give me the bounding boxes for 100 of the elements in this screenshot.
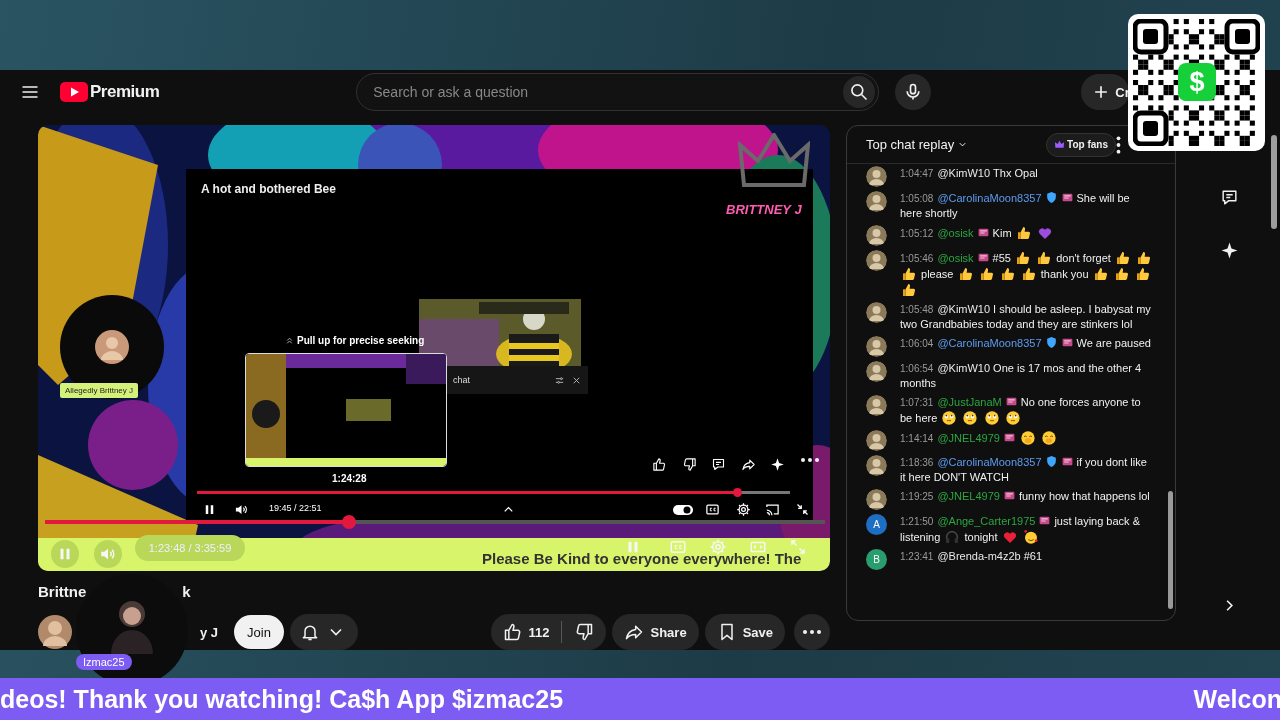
notifications-button[interactable] bbox=[289, 614, 358, 650]
chat-author: @JNEL4979 bbox=[937, 490, 1000, 502]
chat-message: funny how that happens lol bbox=[1018, 490, 1150, 502]
video-title: Brittne bbox=[38, 583, 87, 600]
chat-time: 1:21:50 bbox=[900, 516, 934, 527]
avatar bbox=[866, 302, 887, 323]
thumbs-up-icon bbox=[1036, 250, 1053, 266]
eye-roll-face-icon bbox=[941, 410, 958, 426]
chat-message: I should be asleep. I babysat my bbox=[993, 303, 1151, 315]
chat-author: @osisk bbox=[937, 227, 974, 239]
thumbs-up-icon bbox=[957, 266, 974, 282]
chat-message: #61 bbox=[1023, 550, 1043, 562]
channel-name: y J bbox=[200, 624, 219, 640]
heart-icon bbox=[1036, 225, 1053, 241]
avatar bbox=[866, 489, 887, 510]
heart-icon bbox=[1001, 529, 1018, 545]
sparkle-button[interactable] bbox=[1219, 241, 1239, 260]
thumbs-up-icon bbox=[1114, 250, 1131, 266]
join-button[interactable]: Join bbox=[234, 615, 284, 649]
chat-author: @JustJanaM bbox=[937, 396, 1002, 408]
chat-author: @Ange_Carter1975 bbox=[937, 515, 1036, 527]
avatar bbox=[866, 250, 887, 271]
chat-message: Thx Opal bbox=[993, 167, 1038, 179]
dollar-logo: $ bbox=[1178, 63, 1216, 101]
more-icon bbox=[1116, 135, 1121, 154]
chat-time: 1:07:31 bbox=[900, 397, 934, 408]
top-fans-button[interactable]: Top fans bbox=[1046, 132, 1116, 157]
search-input[interactable]: Search or ask a question bbox=[371, 83, 844, 101]
giggling-face-icon bbox=[1019, 430, 1036, 446]
search-icon bbox=[849, 82, 870, 102]
avatar bbox=[866, 430, 887, 451]
chat-author: @CarolinaMoon8357 bbox=[937, 192, 1042, 204]
headphones-icon bbox=[944, 529, 961, 545]
chat-time: 1:06:54 bbox=[900, 363, 934, 374]
search-field[interactable]: Search or ask a question bbox=[356, 73, 880, 111]
more-button[interactable] bbox=[1116, 135, 1121, 154]
crown-icon bbox=[1054, 139, 1066, 150]
share-icon bbox=[624, 622, 645, 642]
eye-roll-face-icon bbox=[1004, 410, 1021, 426]
share-button[interactable]: Share bbox=[612, 614, 699, 650]
avatar bbox=[866, 225, 887, 246]
eye-roll-face-icon bbox=[983, 410, 1000, 426]
thumbs-up-icon bbox=[1136, 250, 1152, 266]
avatar bbox=[866, 336, 887, 357]
chat-message: She will be bbox=[1076, 192, 1130, 204]
mic-button[interactable] bbox=[895, 74, 932, 110]
thumbs-up-icon bbox=[978, 266, 995, 282]
thumbs-up-icon bbox=[1092, 266, 1109, 282]
ticker-text: Welcon bbox=[1193, 684, 1280, 714]
chat-time: 1:05:12 bbox=[900, 228, 934, 239]
thumbs-up-icon bbox=[1020, 266, 1037, 282]
thumbs-up-icon bbox=[1113, 266, 1130, 282]
chat-author: @CarolinaMoon8357 bbox=[937, 337, 1042, 349]
thumbs-up-icon bbox=[1015, 225, 1032, 241]
chat-time: 1:14:14 bbox=[900, 433, 934, 444]
chat-time: 1:06:04 bbox=[900, 338, 934, 349]
chat-message: #55 bbox=[992, 252, 1011, 264]
chat-message: tonight bbox=[964, 531, 998, 543]
chat-time: 1:19:25 bbox=[900, 491, 934, 502]
chat-author: @KimW10 bbox=[937, 362, 991, 374]
chat-message: here shortly bbox=[900, 207, 958, 219]
chat-message: thank you bbox=[1040, 268, 1089, 280]
create-button[interactable]: Cr bbox=[1081, 74, 1130, 110]
chat-mode-dropdown[interactable]: Top chat replay bbox=[866, 137, 969, 152]
channel-avatar bbox=[38, 615, 72, 649]
chat-author: @KimW10 bbox=[937, 303, 991, 315]
chat-message: We are paused bbox=[1076, 337, 1151, 349]
thumbs-up-icon bbox=[901, 266, 917, 282]
chat-message: No one forces anyone to bbox=[1020, 396, 1141, 408]
chat-author: @JNEL4979 bbox=[937, 432, 1000, 444]
chat-message: months bbox=[900, 377, 937, 389]
eye-roll-face-icon bbox=[962, 410, 979, 426]
name-tag: Izmac25 bbox=[76, 654, 132, 670]
avatar bbox=[866, 166, 887, 187]
search-button[interactable] bbox=[843, 76, 876, 108]
chat-time: 1:05:08 bbox=[900, 193, 934, 204]
chat-button[interactable] bbox=[1219, 188, 1239, 207]
chat-message: One is 17 mos and the other 4 bbox=[993, 362, 1142, 374]
chat-time: 1:05:48 bbox=[900, 304, 934, 315]
avatar bbox=[866, 361, 887, 382]
thumbs-up-icon bbox=[1134, 266, 1151, 282]
hearts-face-icon bbox=[1022, 529, 1039, 545]
chat-author: @Brenda-m4z2b bbox=[937, 550, 1021, 562]
chat-message: listening bbox=[900, 531, 941, 543]
sparkle-icon bbox=[1219, 241, 1239, 260]
more-icon bbox=[802, 629, 822, 635]
chat-message: be here bbox=[900, 412, 938, 424]
chat-message: don't forget bbox=[1056, 252, 1111, 264]
play-logo-icon bbox=[60, 82, 88, 102]
chat-icon bbox=[1219, 188, 1239, 207]
thumbs-up-icon bbox=[901, 282, 917, 298]
chat-time: 1:04:47 bbox=[900, 168, 934, 179]
more-button[interactable] bbox=[794, 614, 830, 650]
save-button[interactable]: Save bbox=[704, 614, 785, 650]
avatar bbox=[866, 455, 887, 476]
avatar bbox=[866, 191, 887, 212]
chat-time: 1:23:41 bbox=[900, 551, 934, 562]
logo-text: Premium bbox=[90, 82, 160, 102]
avatar bbox=[866, 395, 887, 416]
chat-author: @osisk bbox=[937, 252, 974, 264]
